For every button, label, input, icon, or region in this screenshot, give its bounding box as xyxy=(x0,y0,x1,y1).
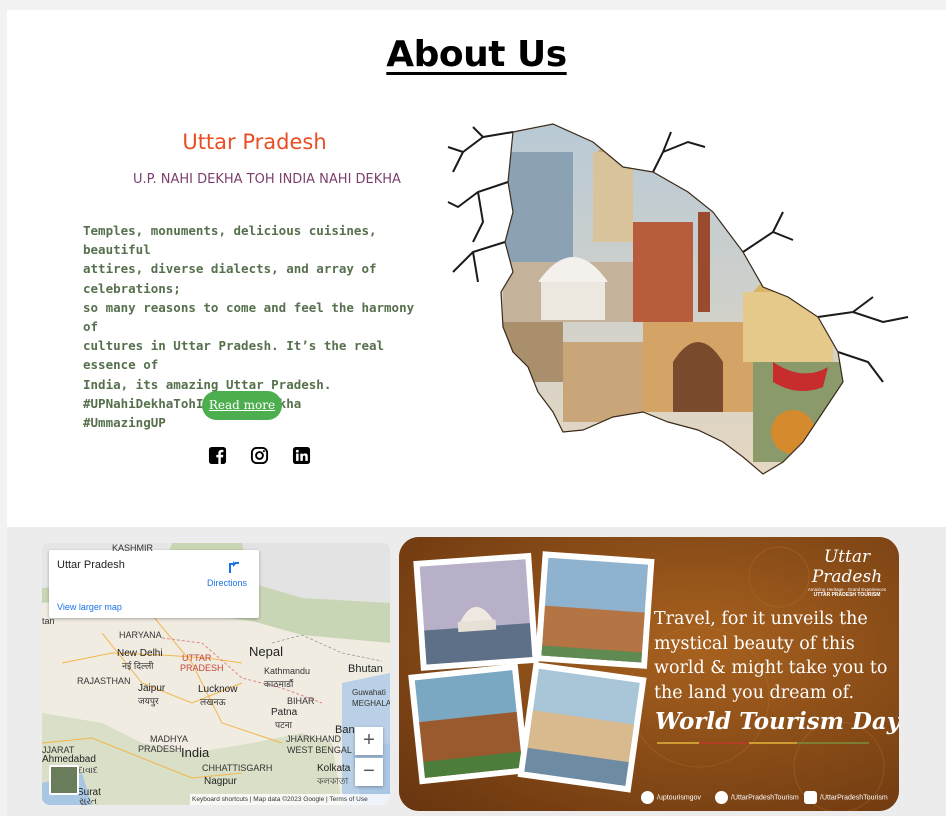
map-label: HARYANA xyxy=(119,630,162,640)
map-label: पटना xyxy=(275,720,292,730)
embedded-map[interactable]: Uttar Pradesh Directions View larger map… xyxy=(42,543,390,805)
poster-twitter-handle: /uptourismgov xyxy=(641,791,701,805)
poster-facebook-handle: /UttarPradeshTourism xyxy=(715,791,799,805)
view-larger-map-link[interactable]: View larger map xyxy=(57,602,122,612)
twitter-icon xyxy=(641,791,654,804)
poster-brand-name: UTTAR PRADESH TOURISM xyxy=(813,592,881,598)
map-attribution[interactable]: Keyboard shortcuts | Map data ©2023 Goog… xyxy=(190,794,390,805)
map-label: Patna xyxy=(271,707,298,718)
map-label: Kathmandu xyxy=(264,666,311,676)
about-section: About Us Uttar Pradesh U.P. NAHI DEKHA T… xyxy=(7,10,946,527)
poster-brand-logo: Uttar Pradesh Amazing Heritage · Grand E… xyxy=(807,547,887,598)
map-place-name: Uttar Pradesh xyxy=(57,559,125,571)
poster-day-title: World Tourism Day. xyxy=(655,708,899,735)
map-label: Nagpur xyxy=(204,776,237,787)
state-name-heading: Uttar Pradesh xyxy=(182,130,327,154)
instagram-icon xyxy=(804,791,817,804)
uttar-pradesh-collage-image xyxy=(447,123,909,475)
map-label: काठमाडौं xyxy=(264,679,294,689)
poster-instagram-handle: /UttarPradeshTourism xyxy=(804,791,888,805)
description-line: Temples, monuments, delicious cuisines, … xyxy=(83,223,377,258)
map-label: India xyxy=(181,745,210,760)
map-label: Kolkata xyxy=(317,763,351,774)
map-label: जयपुर xyxy=(138,696,159,706)
map-label: New Delhi xyxy=(117,648,163,659)
tagline: U.P. NAHI DEKHA TOH INDIA NAHI DEKHA xyxy=(133,172,401,187)
read-more-button[interactable]: Read more xyxy=(202,391,282,420)
page-title: About Us xyxy=(386,34,567,75)
map-label: नई दिल्ली xyxy=(122,661,154,671)
map-label: PRADESH xyxy=(138,744,182,754)
map-label: Ban xyxy=(335,724,355,736)
map-label: PRADESH xyxy=(180,663,224,673)
description-line: so many reasons to come and feel the har… xyxy=(83,299,415,335)
zoom-in-button[interactable]: + xyxy=(355,727,383,755)
poster-quote-line: world & might take you to xyxy=(654,658,888,678)
instagram-icon[interactable] xyxy=(250,446,269,465)
poster-footer-text: /uptourismgov xyxy=(657,794,701,802)
map-label: WEST BENGAL xyxy=(287,745,352,755)
map-label: MEGHALAY xyxy=(352,699,390,708)
map-label: RAJASTHAN xyxy=(77,676,131,686)
poster-quote: Travel, for it unveils the mystical beau… xyxy=(654,607,899,705)
description-line: cultures in Uttar Pradesh. It’s the real… xyxy=(83,338,385,373)
map-label: Bhutan xyxy=(348,663,383,675)
poster-footer-text: /UttarPradeshTourism xyxy=(731,794,799,802)
map-label: MADHYA xyxy=(150,734,188,744)
linkedin-icon[interactable] xyxy=(292,446,311,465)
map-label: UTTAR xyxy=(182,653,212,663)
map-label: Guwahati xyxy=(352,688,386,697)
map-info-card: Uttar Pradesh Directions View larger map xyxy=(49,550,259,618)
description-line: attires, diverse dialects, and array of … xyxy=(83,261,377,296)
map-label: KASHMIR xyxy=(112,543,154,553)
map-label: কলকাতা xyxy=(317,776,349,786)
map-label: Jaipur xyxy=(138,683,166,694)
map-label: BIHAR xyxy=(287,696,315,706)
map-label: સુરત xyxy=(79,796,97,805)
facebook-icon[interactable] xyxy=(208,446,227,465)
poster-quote-line: mystical beauty of this xyxy=(654,633,855,654)
map-label: लखनऊ xyxy=(200,697,226,707)
poster-quote-line: the land you dream of. xyxy=(654,682,855,703)
map-label: Ahmedabad xyxy=(42,754,96,765)
world-tourism-day-poster: Uttar Pradesh Amazing Heritage · Grand E… xyxy=(399,537,899,811)
facebook-icon xyxy=(715,791,728,804)
poster-footer-text: /UttarPradeshTourism xyxy=(820,794,888,802)
satellite-toggle-thumbnail[interactable] xyxy=(49,765,79,795)
directions-link[interactable]: Directions xyxy=(207,578,247,588)
map-label: tan xyxy=(42,616,55,626)
poster-quote-line: Travel, for it unveils the xyxy=(654,609,868,629)
directions-icon[interactable] xyxy=(227,560,241,574)
poster-brand-script: Uttar Pradesh xyxy=(811,547,883,587)
map-label: CHHATTISGARH xyxy=(202,763,273,773)
map-label: Nepal xyxy=(249,644,283,659)
zoom-out-button[interactable]: − xyxy=(355,758,383,786)
map-label: Lucknow xyxy=(198,684,238,695)
map-label: JHARKHAND xyxy=(286,734,342,744)
